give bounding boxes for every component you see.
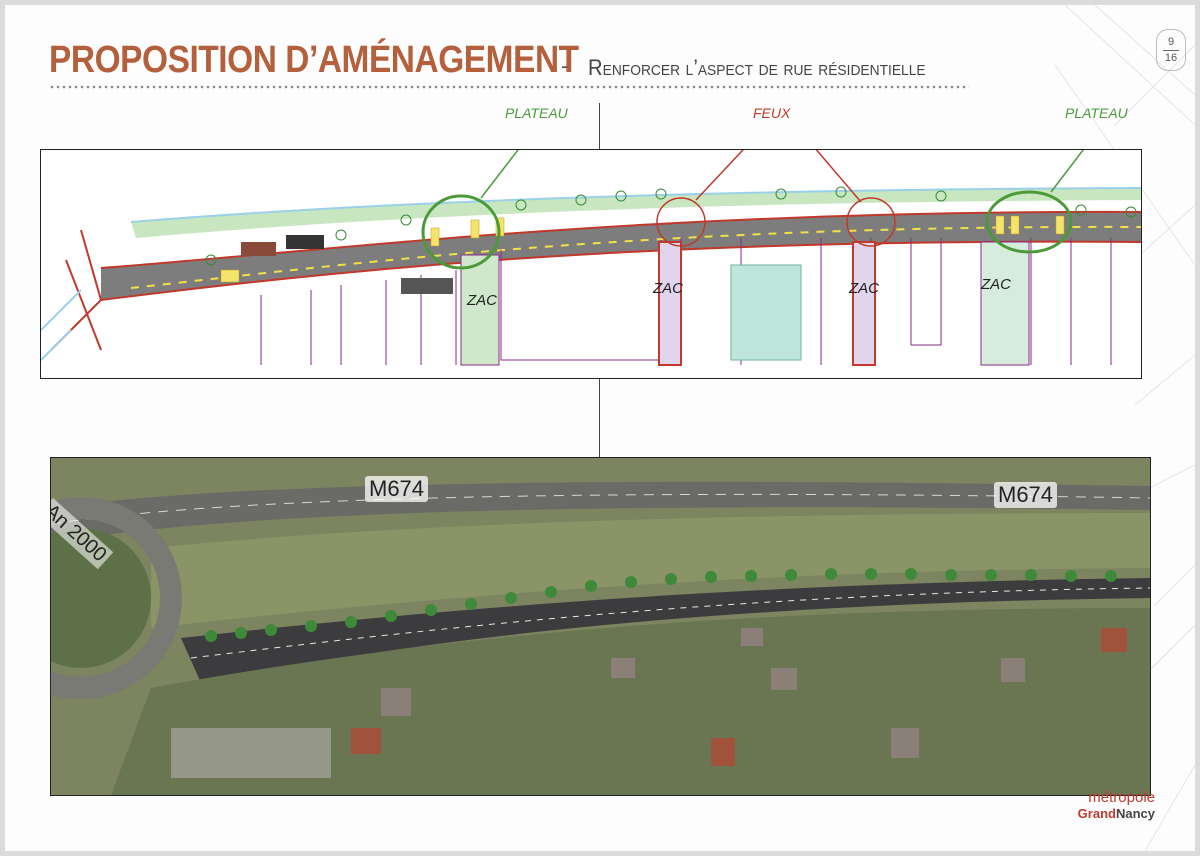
callout-plateau-right: PLATEAU (1065, 105, 1128, 121)
callout-plateau-left: PLATEAU (505, 105, 568, 121)
street-plan-drawing: ZAC ZAC ZAC ZAC (40, 149, 1142, 379)
zac-label-3: ZAC (849, 280, 879, 297)
page-number-badge: 9 16 (1156, 29, 1186, 71)
logo-nancy: Nancy (1115, 806, 1155, 821)
road-label-m674-right: M674 (994, 482, 1058, 508)
aerial-view: M674 M674 An 2000 (50, 457, 1151, 796)
zac-label-1: ZAC (467, 292, 497, 309)
zac-label-2: ZAC (653, 280, 683, 297)
callout-leader-lines (480, 150, 1085, 203)
page-total: 16 (1164, 52, 1178, 64)
logo-line-2: GrandNancy (1078, 806, 1155, 821)
title-separator: - (561, 53, 569, 78)
zac-label-4: ZAC (981, 276, 1011, 293)
page-title: PROPOSITION D’AMÉNAGEMENT (49, 39, 579, 81)
logo-line-1: métropole (1088, 789, 1155, 806)
page-subtitle: Renforcer l’aspect de rue résidentielle (588, 55, 926, 80)
slide-page: PROPOSITION D’AMÉNAGEMENT - Renforcer l’… (5, 5, 1195, 851)
grand-nancy-logo: métropole GrandNancy (1078, 789, 1155, 821)
road-label-m674-left: M674 (365, 476, 429, 502)
logo-grand: Grand (1077, 806, 1116, 821)
aerial-svg (51, 458, 1150, 795)
title-dotted-underline (49, 85, 969, 89)
callout-feux: FEUX (753, 105, 791, 121)
page-fraction-line (1163, 50, 1179, 51)
page-current: 9 (1167, 36, 1175, 48)
